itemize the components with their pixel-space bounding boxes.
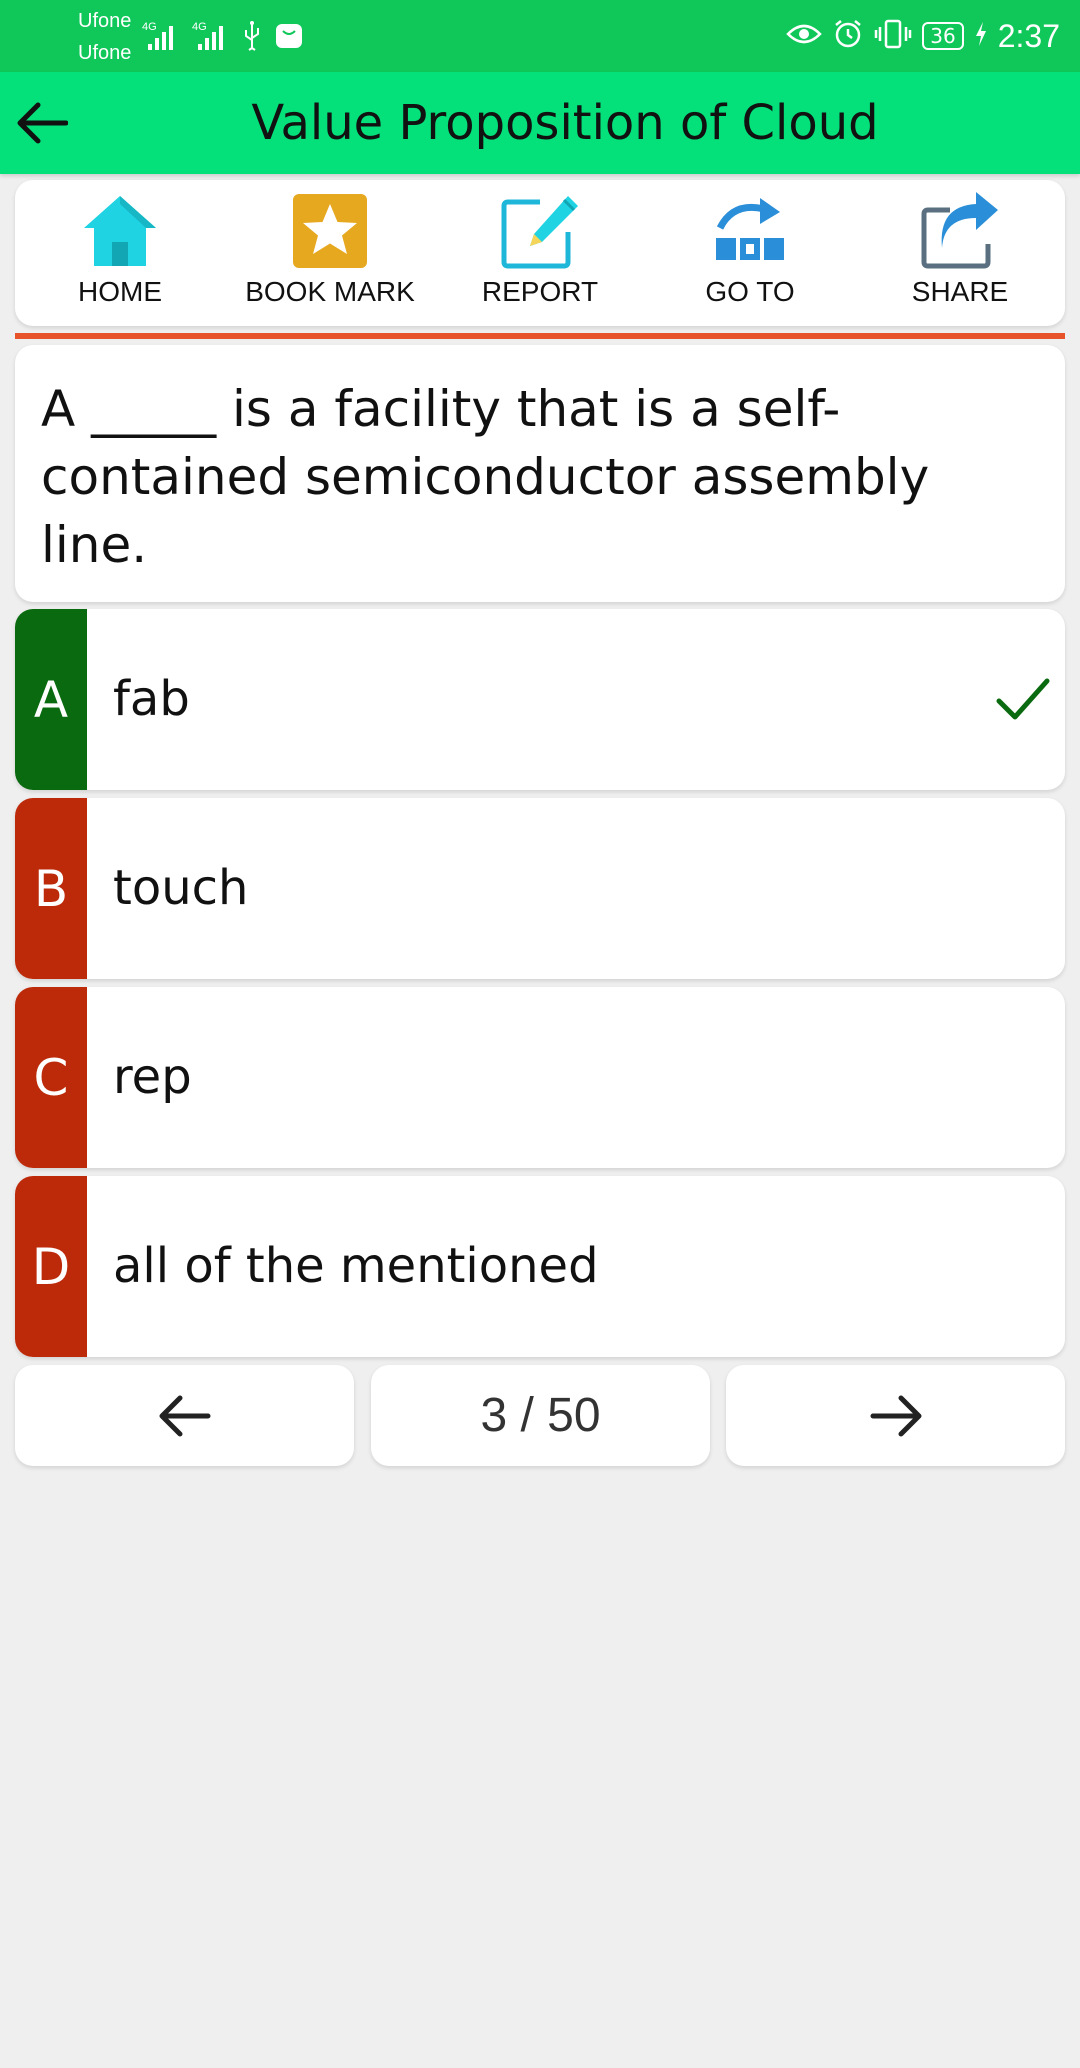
home-button[interactable]: HOME bbox=[15, 180, 225, 326]
alarm-icon bbox=[832, 18, 864, 54]
share-button[interactable]: SHARE bbox=[855, 180, 1065, 326]
option-b-text: touch bbox=[113, 860, 249, 916]
question-card: A _____ is a facility that is a self-con… bbox=[15, 345, 1065, 602]
bookmark-button[interactable]: BOOK MARK bbox=[225, 180, 435, 326]
signal-icon-2: 4G bbox=[192, 20, 230, 56]
battery-level: 36 bbox=[922, 22, 964, 50]
status-bar: Ufone Ufone 4G 4G 36 2:37 bbox=[0, 0, 1080, 72]
status-time: 2:37 bbox=[997, 17, 1060, 54]
signal-icon-1: 4G bbox=[142, 20, 180, 56]
option-d[interactable]: D all of the mentioned bbox=[15, 1176, 1065, 1357]
option-c[interactable]: C rep bbox=[15, 987, 1065, 1168]
option-c-text: rep bbox=[113, 1049, 192, 1105]
charging-icon bbox=[974, 20, 988, 52]
app-bar: Value Proposition of Cloud bbox=[0, 72, 1080, 174]
arrow-left-icon bbox=[17, 102, 68, 144]
option-c-letter: C bbox=[15, 987, 87, 1168]
eye-icon bbox=[786, 20, 823, 52]
question-text: A _____ is a facility that is a self-con… bbox=[41, 380, 930, 574]
next-question-button[interactable] bbox=[726, 1365, 1065, 1466]
divider bbox=[15, 333, 1065, 339]
goto-button[interactable]: GO TO bbox=[645, 180, 855, 326]
previous-question-button[interactable] bbox=[15, 1365, 354, 1466]
carrier-2-label: Ufone bbox=[78, 42, 132, 64]
option-a-text: fab bbox=[113, 671, 190, 727]
question-counter: 3 / 50 bbox=[371, 1365, 710, 1466]
star-icon bbox=[293, 194, 367, 268]
signal-1-label: 4G bbox=[142, 21, 157, 33]
bookmark-label: BOOK MARK bbox=[245, 276, 415, 307]
option-d-letter: D bbox=[15, 1176, 87, 1357]
checkmark-icon bbox=[996, 678, 1050, 720]
back-button[interactable] bbox=[14, 98, 70, 148]
arrow-left-icon bbox=[159, 1395, 210, 1436]
goto-icon bbox=[716, 198, 784, 260]
home-label: HOME bbox=[78, 276, 162, 307]
option-d-text: all of the mentioned bbox=[113, 1238, 599, 1294]
option-a-letter: A bbox=[15, 609, 87, 790]
usb-icon bbox=[242, 20, 262, 56]
option-b[interactable]: B touch bbox=[15, 798, 1065, 979]
option-b-letter: B bbox=[15, 798, 87, 979]
share-label: SHARE bbox=[911, 276, 1009, 307]
edit-icon bbox=[501, 196, 578, 269]
report-label: REPORT bbox=[481, 276, 599, 307]
arrow-right-icon bbox=[870, 1395, 921, 1436]
action-toolbar: HOME BOOK MARK REPORT GO TO SHARE bbox=[15, 180, 1065, 326]
carrier-1-label: Ufone bbox=[78, 10, 132, 32]
goto-label: GO TO bbox=[705, 276, 795, 307]
page-title: Value Proposition of Cloud bbox=[251, 95, 879, 151]
signal-2-label: 4G bbox=[192, 21, 207, 33]
app-notification-icon bbox=[274, 20, 304, 56]
option-a[interactable]: A fab bbox=[15, 609, 1065, 790]
status-icons-left: 4G 4G bbox=[142, 16, 304, 56]
status-icons-right: 36 2:37 bbox=[786, 12, 1060, 60]
report-button[interactable]: REPORT bbox=[435, 180, 645, 326]
share-icon bbox=[921, 192, 998, 269]
vibrate-icon bbox=[874, 18, 912, 54]
home-icon bbox=[84, 196, 156, 266]
